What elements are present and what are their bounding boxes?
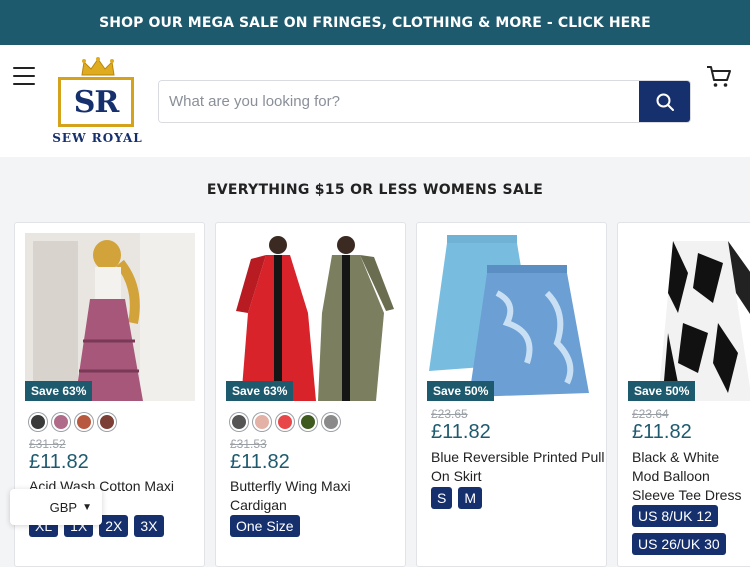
product-image[interactable]: [25, 233, 195, 401]
cart-button[interactable]: [706, 65, 732, 94]
color-swatch[interactable]: [253, 413, 271, 431]
product-card[interactable]: Save 63% £31.53 £11.82 Butterfly Wing Ma…: [215, 222, 406, 567]
currency-label: GBP: [49, 499, 78, 515]
size-option[interactable]: 2X: [99, 515, 129, 537]
product-name[interactable]: Blue Reversible Printed Pull On Skirt: [431, 448, 609, 486]
discount-badge: Save 50%: [427, 381, 495, 401]
cart-icon: [707, 66, 731, 87]
search-input[interactable]: [159, 81, 639, 122]
sale-price: £11.82: [632, 421, 692, 443]
site-header: SR SEW ROYAL: [0, 45, 750, 157]
color-swatches: [230, 413, 340, 431]
announcement-text[interactable]: SHOP OUR MEGA SALE ON FRINGES, CLOTHING …: [99, 15, 651, 31]
color-swatch[interactable]: [52, 413, 70, 431]
crown-icon: [81, 57, 115, 76]
size-option[interactable]: US 8/UK 12: [632, 505, 718, 527]
size-option[interactable]: US 26/UK 30: [632, 533, 726, 555]
color-swatch[interactable]: [322, 413, 340, 431]
size-option[interactable]: S: [431, 487, 453, 509]
product-image[interactable]: [628, 233, 750, 401]
search-bar: [158, 80, 691, 123]
menu-icon[interactable]: [13, 67, 35, 85]
color-swatch[interactable]: [276, 413, 294, 431]
size-option[interactable]: One Size: [230, 515, 300, 537]
original-price: £23.64: [632, 407, 669, 421]
sale-price: £11.82: [431, 421, 491, 443]
sale-price: £11.82: [29, 451, 89, 473]
product-image[interactable]: [226, 233, 396, 401]
color-swatch[interactable]: [29, 413, 47, 431]
discount-badge: Save 63%: [25, 381, 93, 401]
product-name[interactable]: Black & White Mod Balloon Sleeve Tee Dre…: [632, 448, 750, 505]
color-swatch[interactable]: [98, 413, 116, 431]
logo-wordmark: SEW ROYAL: [52, 131, 143, 145]
currency-selector[interactable]: GBP ▼: [10, 489, 102, 525]
size-option[interactable]: 3X: [134, 515, 164, 537]
color-swatches: [29, 413, 116, 431]
color-swatch[interactable]: [230, 413, 248, 431]
original-price: £31.52: [29, 437, 66, 451]
search-icon: [656, 93, 674, 111]
product-name[interactable]: Butterfly Wing Maxi Cardigan: [230, 477, 408, 515]
original-price: £23.65: [431, 407, 468, 421]
size-options: S M: [431, 487, 483, 509]
site-logo[interactable]: SR SEW ROYAL: [50, 55, 145, 147]
size-option[interactable]: M: [458, 487, 483, 509]
original-price: £31.53: [230, 437, 267, 451]
color-swatch[interactable]: [75, 413, 93, 431]
discount-badge: Save 63%: [226, 381, 294, 401]
logo-emblem: SR: [58, 77, 134, 127]
size-options: US 8/UK 12 US 26/UK 30: [632, 505, 747, 555]
chevron-down-icon: ▼: [82, 501, 92, 513]
product-image[interactable]: [427, 233, 597, 401]
search-button[interactable]: [639, 81, 690, 122]
size-options: One Size: [230, 515, 300, 537]
discount-badge: Save 50%: [628, 381, 696, 401]
section-title: EVERYTHING $15 OR LESS WOMENS SALE: [206, 182, 544, 198]
sale-price: £11.82: [230, 451, 290, 473]
announcement-bar[interactable]: SHOP OUR MEGA SALE ON FRINGES, CLOTHING …: [0, 0, 750, 45]
color-swatch[interactable]: [299, 413, 317, 431]
product-card[interactable]: Save 50% £23.64 £11.82 Black & White Mod…: [617, 222, 750, 567]
logo-initials: SR: [73, 84, 120, 120]
product-card[interactable]: Save 50% £23.65 £11.82 Blue Reversible P…: [416, 222, 607, 567]
